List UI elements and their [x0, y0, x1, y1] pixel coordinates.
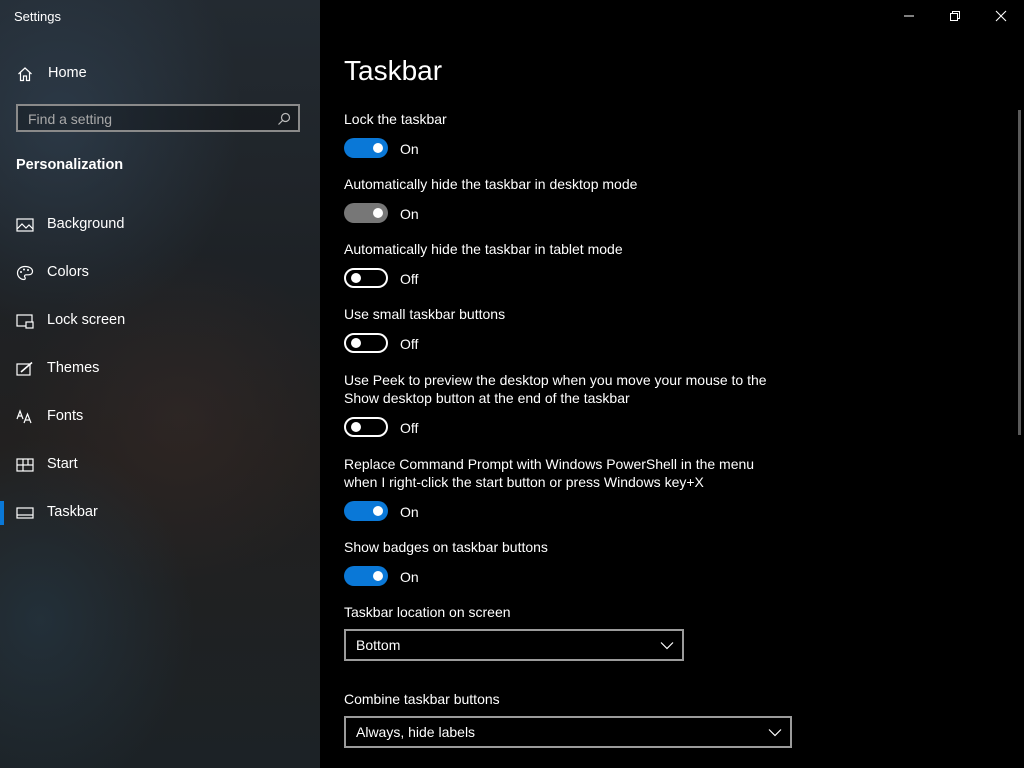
sidebar-item-label: Background	[47, 216, 125, 232]
small-buttons-toggle[interactable]	[344, 333, 388, 353]
scrollbar[interactable]	[1018, 110, 1021, 435]
toggle-state: Off	[400, 336, 419, 352]
toggle-knob	[351, 422, 361, 432]
sidebar-item-themes[interactable]: Themes	[0, 351, 320, 387]
sidebar-item-fonts[interactable]: Fonts	[0, 399, 320, 435]
peek-toggle[interactable]	[344, 417, 388, 437]
setting-label: Use small taskbar buttons	[344, 306, 506, 322]
close-icon	[995, 10, 1007, 22]
chevron-down-icon	[660, 642, 674, 650]
selection-indicator	[0, 501, 4, 525]
taskbar-location-dropdown[interactable]: Bottom	[344, 629, 684, 661]
search-placeholder: Find a setting	[28, 111, 113, 127]
search-input[interactable]: Find a setting	[16, 104, 300, 132]
minimize-button[interactable]	[886, 0, 932, 32]
chevron-down-icon	[768, 729, 782, 737]
toggle-state: Off	[400, 271, 419, 287]
themes-icon	[16, 361, 33, 376]
toggle-state: Off	[400, 420, 419, 436]
sidebar-item-label: Start	[47, 456, 78, 472]
home-icon	[18, 67, 32, 82]
app-title: Settings	[14, 9, 61, 24]
sidebar-item-background[interactable]: Background	[0, 207, 320, 243]
autohide-desktop-toggle[interactable]	[344, 203, 388, 223]
sidebar: Settings Home Find a setting Personaliza…	[0, 0, 320, 768]
minimize-icon	[904, 15, 914, 17]
fonts-icon	[16, 409, 32, 424]
setting-label: Taskbar location on screen	[344, 604, 511, 620]
toggle-knob	[373, 208, 383, 218]
sidebar-item-colors[interactable]: Colors	[0, 255, 320, 291]
combine-buttons-dropdown[interactable]: Always, hide labels	[344, 716, 792, 748]
toggle-state: On	[400, 569, 419, 585]
taskbar-icon	[16, 507, 34, 519]
sidebar-item-taskbar[interactable]: Taskbar	[0, 495, 320, 531]
search-icon[interactable]	[277, 112, 291, 126]
sidebar-item-label: Colors	[47, 264, 89, 280]
dropdown-value: Always, hide labels	[356, 724, 476, 740]
toggle-knob	[351, 338, 361, 348]
setting-label: Use Peek to preview the desktop when you…	[344, 372, 767, 406]
picture-icon	[16, 218, 34, 232]
page-title: Taskbar	[344, 55, 443, 86]
setting-label: Combine taskbar buttons	[344, 691, 500, 707]
setting-label: Replace Command Prompt with Windows Powe…	[344, 456, 755, 490]
restore-icon	[950, 11, 960, 21]
toggle-knob	[373, 506, 383, 516]
lock-taskbar-toggle[interactable]	[344, 138, 388, 158]
toggle-state: On	[400, 141, 419, 157]
sidebar-item-label: Lock screen	[47, 312, 126, 328]
sidebar-item-label: Themes	[47, 360, 100, 376]
setting-label: Show badges on taskbar buttons	[344, 539, 548, 555]
palette-icon	[16, 265, 34, 281]
toggle-knob	[373, 143, 383, 153]
sidebar-item-start[interactable]: Start	[0, 447, 320, 483]
start-icon	[16, 458, 34, 472]
setting-label: Automatically hide the taskbar in deskto…	[344, 176, 638, 192]
section-title: Personalization	[16, 157, 124, 173]
toggle-state: On	[400, 504, 419, 520]
toggle-knob	[373, 571, 383, 581]
badges-toggle[interactable]	[344, 566, 388, 586]
close-button[interactable]	[978, 0, 1024, 32]
sidebar-item-lock-screen[interactable]: Lock screen	[0, 303, 320, 339]
powershell-toggle[interactable]	[344, 501, 388, 521]
setting-label: Lock the taskbar	[344, 111, 447, 127]
home-label: Home	[48, 65, 87, 81]
home-nav-item[interactable]: Home	[0, 58, 320, 90]
toggle-knob	[351, 273, 361, 283]
sidebar-item-label: Taskbar	[47, 504, 98, 520]
sidebar-item-label: Fonts	[47, 408, 84, 424]
autohide-tablet-toggle[interactable]	[344, 268, 388, 288]
setting-label: Automatically hide the taskbar in tablet…	[344, 241, 623, 257]
restore-button[interactable]	[932, 0, 978, 32]
toggle-state: On	[400, 206, 419, 222]
dropdown-value: Bottom	[356, 637, 401, 653]
lock-screen-icon	[16, 314, 34, 329]
